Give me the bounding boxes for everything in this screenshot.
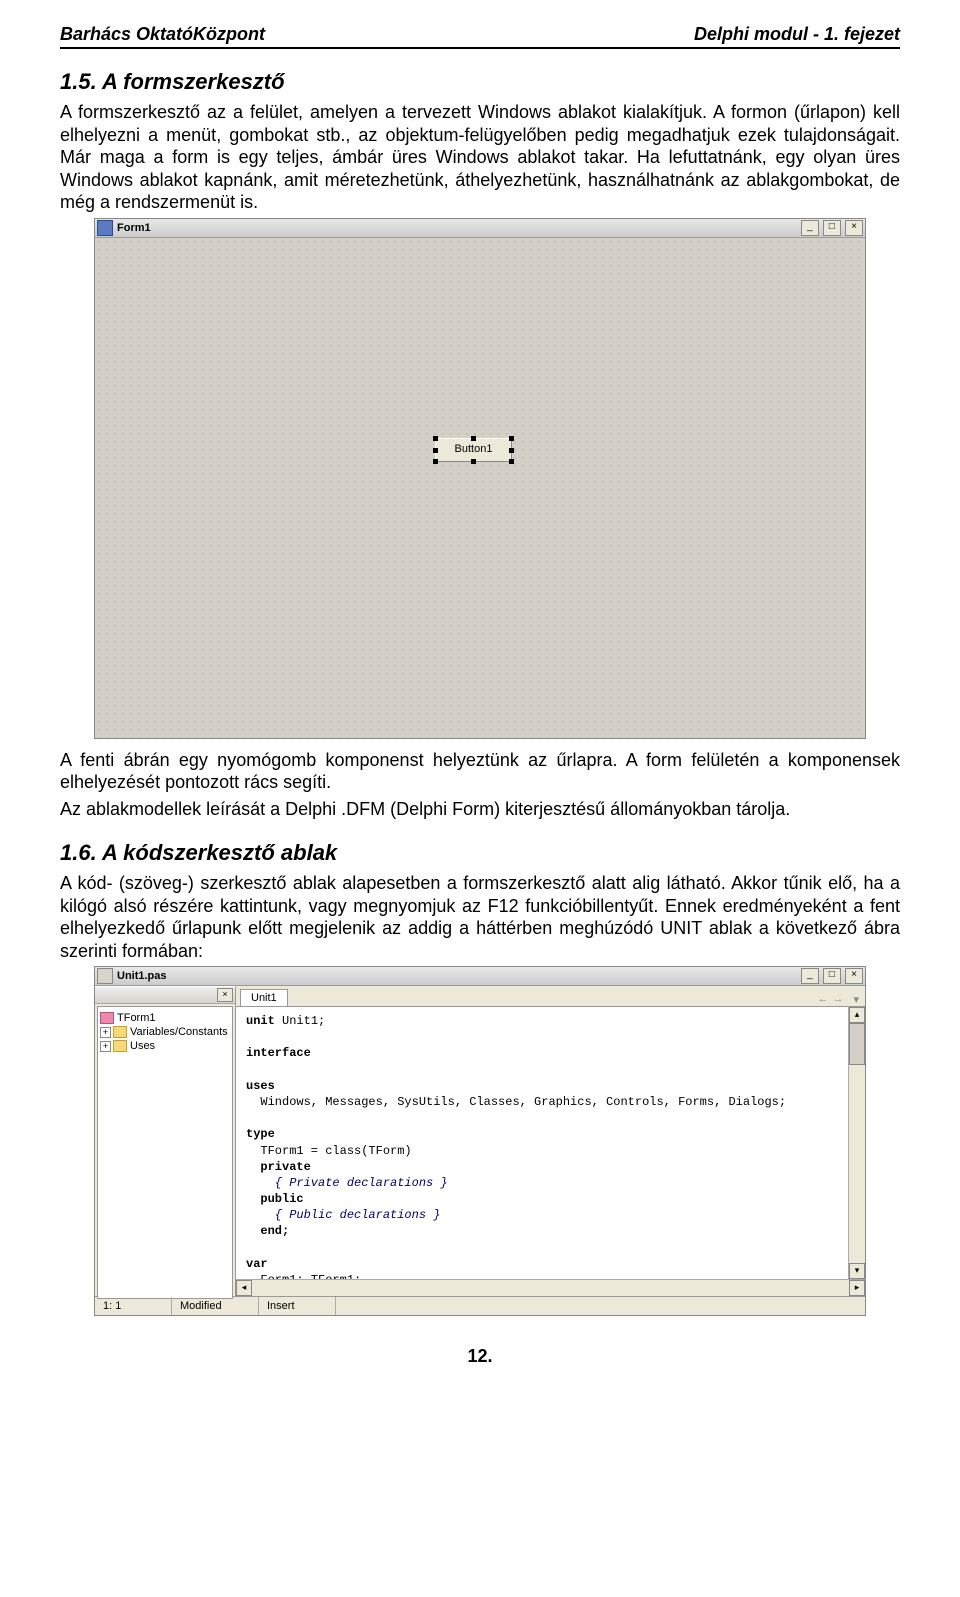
section-1-6-title: 1.6. A kódszerkesztő ablak <box>60 840 900 866</box>
button1-component[interactable]: Button1 <box>435 438 512 462</box>
editor-area: Unit1 ← → ▾ unit Unit1; interface uses W… <box>236 986 865 1296</box>
form-icon <box>97 220 113 236</box>
code-editor[interactable]: unit Unit1; interface uses Windows, Mess… <box>236 1007 848 1279</box>
tree-item-variables[interactable]: +Variables/Constants <box>100 1025 230 1039</box>
tab-unit1[interactable]: Unit1 <box>240 989 288 1006</box>
scroll-up-icon[interactable]: ▴ <box>849 1007 865 1023</box>
tree-item-tform1[interactable]: TForm1 <box>100 1011 230 1025</box>
tree-item-uses[interactable]: +Uses <box>100 1039 230 1053</box>
horizontal-scrollbar[interactable]: ◂ ▸ <box>236 1279 865 1296</box>
page-number: 12. <box>60 1346 900 1367</box>
form-designer-figure: Form1 _ □ × Button1 <box>60 218 900 739</box>
vertical-scrollbar[interactable]: ▴ ▾ <box>848 1007 865 1279</box>
folder-icon <box>113 1026 127 1038</box>
status-mode: Insert <box>259 1297 336 1315</box>
close-button[interactable]: × <box>845 968 863 984</box>
minimize-button[interactable]: _ <box>801 220 819 236</box>
after-form-para1: A fenti ábrán egy nyomógomb komponenst h… <box>60 749 900 794</box>
form1-window: Form1 _ □ × Button1 <box>94 218 866 739</box>
page-header: Barhács OktatóKözpont Delphi modul - 1. … <box>60 24 900 49</box>
scroll-down-icon[interactable]: ▾ <box>849 1263 865 1279</box>
expand-icon[interactable]: + <box>100 1027 111 1038</box>
section-1-6-para: A kód- (szöveg-) szerkesztő ablak alapes… <box>60 872 900 962</box>
unit1-window: Unit1.pas _ □ × × TForm1 <box>94 966 866 1316</box>
button1-label: Button1 <box>455 443 493 455</box>
header-left: Barhács OktatóKözpont <box>60 24 265 45</box>
code-explorer-pane[interactable]: × TForm1 +Variables/Constants +Uses <box>95 986 236 1296</box>
pane-close-button[interactable]: × <box>217 988 233 1002</box>
tab-nav-right-icon[interactable]: → <box>832 993 843 1006</box>
status-modified: Modified <box>172 1297 259 1315</box>
form1-title: Form1 <box>117 222 800 234</box>
editor-icon <box>97 968 113 984</box>
editor-statusbar: 1: 1 Modified Insert <box>95 1296 865 1315</box>
minimize-button[interactable]: _ <box>801 968 819 984</box>
class-icon <box>100 1012 114 1024</box>
editor-tabbar: Unit1 ← → ▾ <box>236 986 865 1007</box>
close-button[interactable]: × <box>845 220 863 236</box>
code-explorer-tree[interactable]: TForm1 +Variables/Constants +Uses <box>97 1006 233 1299</box>
scroll-left-icon[interactable]: ◂ <box>236 1280 252 1296</box>
code-editor-figure: Unit1.pas _ □ × × TForm1 <box>60 966 900 1316</box>
tab-nav-left-icon[interactable]: ← <box>817 993 828 1006</box>
maximize-button[interactable]: □ <box>823 968 841 984</box>
form1-client-area[interactable]: Button1 <box>95 238 865 738</box>
section-1-5-para: A formszerkesztő az a felület, amelyen a… <box>60 101 900 214</box>
form1-titlebar[interactable]: Form1 _ □ × <box>95 219 865 238</box>
maximize-button[interactable]: □ <box>823 220 841 236</box>
expand-icon[interactable]: + <box>100 1041 111 1052</box>
unit1-title: Unit1.pas <box>117 970 800 982</box>
section-1-5-title: 1.5. A formszerkesztő <box>60 69 900 95</box>
status-cursor-pos: 1: 1 <box>95 1297 172 1315</box>
after-form-para2: Az ablakmodellek leírását a Delphi .DFM … <box>60 798 900 821</box>
header-right: Delphi modul - 1. fejezet <box>694 24 900 45</box>
folder-icon <box>113 1040 127 1052</box>
scroll-thumb[interactable] <box>849 1023 865 1065</box>
unit1-titlebar[interactable]: Unit1.pas _ □ × <box>95 967 865 986</box>
code-explorer-titlebar: × <box>95 987 235 1004</box>
scroll-right-icon[interactable]: ▸ <box>849 1280 865 1296</box>
